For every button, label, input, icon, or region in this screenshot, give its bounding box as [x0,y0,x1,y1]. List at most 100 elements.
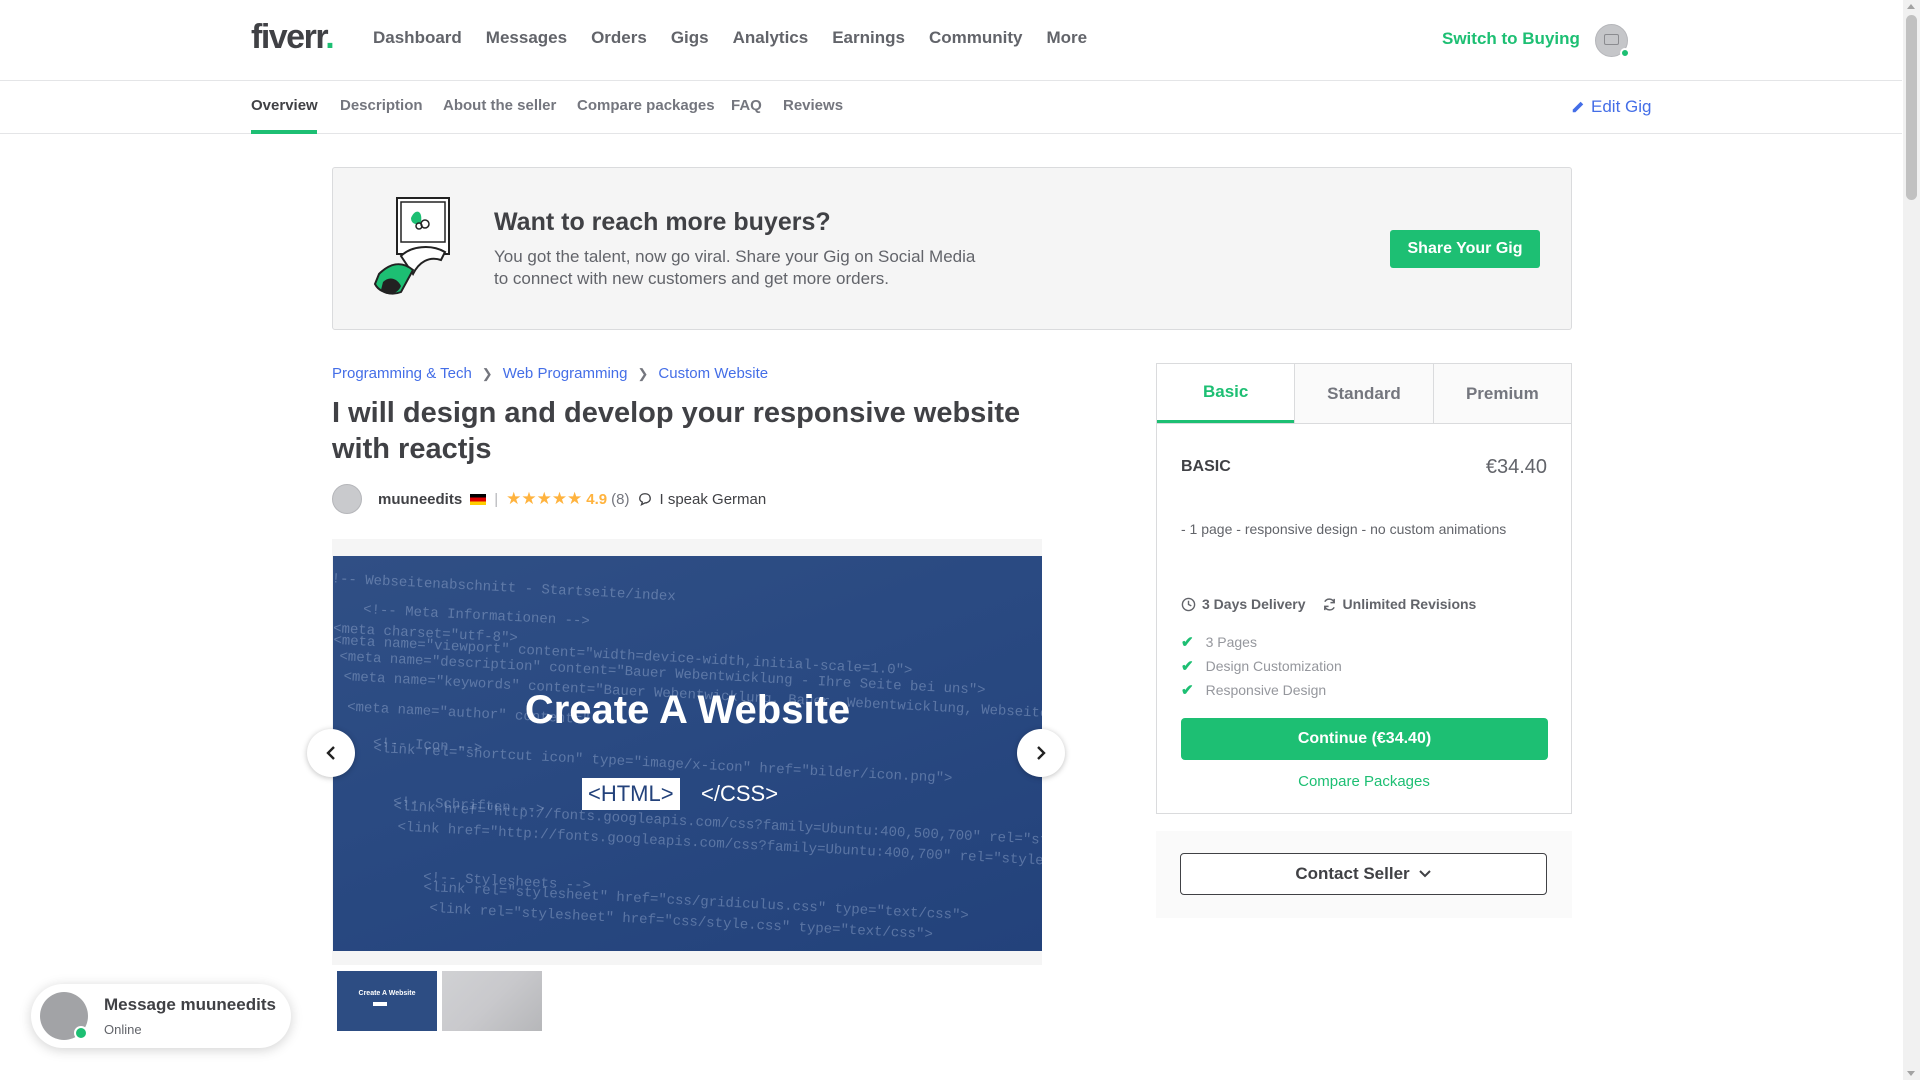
feature-label: Responsive Design [1205,682,1327,698]
user-avatar[interactable] [1595,24,1630,58]
avatar-image-icon [1604,34,1619,45]
revisions-info: Unlimited Revisions [1322,596,1477,612]
nav-messages[interactable]: Messages [486,28,567,48]
nav-orders[interactable]: Orders [591,28,647,48]
nav-gigs[interactable]: Gigs [671,28,709,48]
tab-about-seller[interactable]: About the seller [443,97,556,114]
slide-css-tag: </CSS> [701,781,779,806]
gallery-next-button[interactable] [1017,729,1065,777]
feature-item: ✔ 3 Pages [1181,630,1342,654]
breadcrumb-programming-tech[interactable]: Programming & Tech [332,365,472,382]
continue-button[interactable]: Continue (€34.40) [1181,718,1548,760]
chevron-right-icon [1037,746,1046,760]
scroll-down-arrow-icon[interactable] [1907,1071,1915,1076]
seller-overview: muuneedits | ★★★★★ 4.9 (8) I speak Germa… [332,484,766,514]
gallery-slide[interactable]: <!-- Webseitenabschnitt - Startseite/ind… [333,556,1042,951]
divider: | [494,490,499,508]
chevron-right-icon: ❯ [481,365,493,381]
revisions-label: Unlimited Revisions [1342,596,1477,612]
slide-html-tag: <HTML> [582,778,680,810]
seller-name[interactable]: muuneedits [378,491,462,508]
refresh-icon [1323,597,1335,611]
thumbnail-2[interactable] [442,971,542,1031]
edit-gig-label: Edit Gig [1591,97,1652,116]
feature-label: 3 Pages [1205,634,1257,650]
language-info: I speak German [638,490,767,508]
tab-reviews[interactable]: Reviews [783,97,843,114]
feature-item: ✔ Design Customization [1181,654,1342,678]
check-icon: ✔ [1181,658,1194,675]
switch-to-buying-link[interactable]: Switch to Buying [1442,29,1580,49]
nav-earnings[interactable]: Earnings [832,28,905,48]
contact-seller-label: Contact Seller [1295,864,1410,883]
tab-compare-packages[interactable]: Compare packages [577,97,715,114]
gig-title: I will design and develop your responsiv… [332,395,1052,467]
nav-community[interactable]: Community [929,28,1023,48]
gallery-prev-button[interactable] [307,729,355,777]
pencil-icon [1572,101,1584,113]
package-features: ✔ 3 Pages ✔ Design Customization ✔ Responsi… [1181,630,1342,702]
message-seller-widget[interactable]: Message muuneedits Online [31,984,291,1048]
logo-dot: . [325,18,334,56]
nav-dashboard[interactable]: Dashboard [373,28,462,48]
scrollbar-thumb[interactable] [1906,15,1917,200]
scroll-up-arrow-icon[interactable] [1907,4,1915,9]
contact-seller-button[interactable]: Contact Seller [1180,853,1547,895]
banner-desc-line-2: to connect with new customers and get mo… [494,269,889,288]
nav-analytics[interactable]: Analytics [733,28,809,48]
edit-gig-link[interactable]: Edit Gig [1571,97,1651,117]
seller-avatar[interactable] [332,484,362,514]
active-tab-indicator [251,130,317,134]
banner-title: Want to reach more buyers? [494,208,831,236]
package-card: Basic Standard Premium BASIC €34.40 - 1 … [1156,363,1572,814]
check-icon: ✔ [1181,634,1194,651]
slide-headline: Create A Website [524,688,851,732]
germany-flag-icon [470,493,487,505]
language-label: I speak German [659,490,767,508]
package-description: - 1 page - responsive design - no custom… [1181,521,1507,537]
chevron-right-icon: ❯ [637,365,649,381]
code-line: <!-- Webseitenabschnitt - Startseite/ind… [333,570,677,606]
package-tabs: Basic Standard Premium [1157,364,1571,424]
fiverr-logo[interactable]: fiverr. [251,18,335,57]
clock-icon [1181,597,1196,611]
speech-bubble-icon [638,493,651,506]
page-scrollbar[interactable] [1903,0,1920,1080]
check-icon: ✔ [1181,682,1194,699]
top-navbar: fiverr. Dashboard Messages Orders Gigs A… [0,0,1902,81]
contact-seller-section: Contact Seller [1156,831,1572,918]
breadcrumb-custom-website[interactable]: Custom Website [658,365,768,382]
online-status-dot [1620,48,1630,58]
gig-title-line-1: I will design and develop your responsiv… [332,397,1021,429]
package-tab-premium[interactable]: Premium [1432,364,1571,423]
tab-overview[interactable]: Overview [251,97,318,114]
share-your-gig-button[interactable]: Share Your Gig [1390,230,1540,268]
star-rating-icon: ★★★★★ [506,489,583,508]
message-widget-title: Message muuneedits [104,995,276,1014]
breadcrumb: Programming & Tech ❯ Web Programming ❯ C… [332,365,768,382]
package-tab-basic[interactable]: Basic [1157,364,1295,423]
logo-text: fiverr [251,18,327,56]
nav-more[interactable]: More [1046,28,1087,48]
breadcrumb-web-programming[interactable]: Web Programming [503,365,628,382]
delivery-info: 3 Days Delivery [1181,596,1306,612]
share-gig-banner: Want to reach more buyers? You got the t… [332,167,1572,330]
package-type: BASIC [1181,458,1231,475]
thumbnail-1[interactable]: Create A Website [337,971,437,1031]
rating-score: 4.9 [586,490,608,508]
tab-description[interactable]: Description [340,97,423,114]
tab-faq[interactable]: FAQ [731,97,762,114]
compare-packages-link[interactable]: Compare Packages [1157,773,1571,790]
banner-description: You got the talent, now go viral. Share … [494,246,1014,290]
message-widget-status: Online [104,1022,142,1037]
thumbnail-1-tag [373,1002,387,1006]
package-tab-standard[interactable]: Standard [1294,364,1433,423]
review-count[interactable]: (8) [611,491,629,508]
chevron-down-icon [1418,870,1431,878]
gig-subnav: Overview Description About the seller Co… [0,81,1902,134]
feature-item: ✔ Responsive Design [1181,678,1342,702]
hand-tablet-illustration [373,197,450,295]
online-status-dot [74,1026,88,1040]
banner-desc-line-1: You got the talent, now go viral. Share … [494,247,976,266]
package-price: €34.40 [1485,456,1547,478]
